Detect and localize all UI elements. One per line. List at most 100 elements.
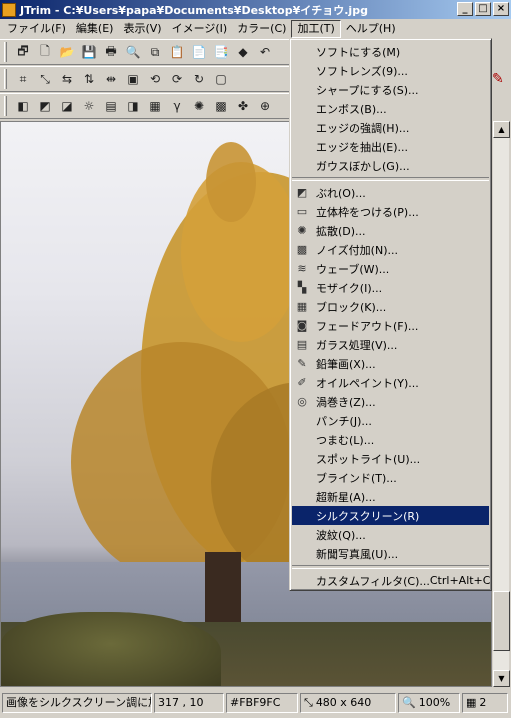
menu-item-punch[interactable]: パンチ(J)... [292, 411, 489, 430]
rotate-left-90-icon[interactable]: ⟲ [145, 69, 165, 89]
xor-icon[interactable]: ⊕ [255, 96, 275, 116]
scroll-thumb[interactable] [493, 591, 510, 651]
palette-icon[interactable]: ✤ [233, 96, 253, 116]
menu-item-custom-filter[interactable]: カスタムフィルタ(C)... Ctrl+Alt+C [292, 571, 490, 590]
print-icon[interactable]: 🖶 [101, 42, 121, 62]
menu-item-block[interactable]: ▦ ブロック(K)... [292, 297, 489, 316]
menu-item-newspaper-photo[interactable]: 新聞写真風(U)... [292, 544, 489, 563]
menu-item-wave[interactable]: ≋ ウェーブ(W)... [292, 259, 489, 278]
gamma-icon[interactable]: γ [167, 96, 187, 116]
flip-vertical-icon[interactable]: ⇅ [79, 69, 99, 89]
menu-item-supernova[interactable]: 超新星(A)... [292, 487, 489, 506]
menu-item-sharpen[interactable]: シャープにする(S)... [292, 80, 489, 99]
select-icon[interactable]: ▢ [211, 69, 231, 89]
menu-item-label: ぶれ(O)... [316, 186, 366, 200]
brightness-icon[interactable]: ☼ [79, 96, 99, 116]
menu-item-label: モザイク(I)... [316, 281, 383, 295]
paste-new-icon[interactable]: 📄 [189, 42, 209, 62]
menu-item-motion-blur[interactable]: ◩ ぶれ(O)... [292, 183, 489, 202]
menu-item-add-noise-icon: ▩ [296, 242, 308, 256]
scroll-up-arrow-icon[interactable]: ▲ [493, 121, 510, 138]
status-zoom: 🔍 100% [398, 692, 460, 713]
status-layers: ▦ 2 [462, 692, 508, 713]
save-icon[interactable]: 💾 [79, 42, 99, 62]
color-wheel-icon[interactable]: ✺ [189, 96, 209, 116]
app-icon [2, 2, 16, 17]
menu-item-oil-paint-icon: ✐ [297, 375, 307, 389]
menu-item-pinch[interactable]: つまむ(L)... [292, 430, 489, 449]
close-button[interactable]: × [493, 2, 509, 16]
status-message: 画像をシルクスクリーン調に加工 [2, 692, 152, 713]
undo-icon[interactable]: ↶ [255, 42, 275, 62]
mosaic-icon[interactable]: ▩ [211, 96, 231, 116]
menu-item-3d-frame[interactable]: ▭ 立体枠をつける(P)... [292, 202, 489, 221]
menu-item-edge-enhance[interactable]: エッジの強調(H)... [292, 118, 489, 137]
menu-edit[interactable]: 編集(E) [71, 20, 119, 38]
negative-icon[interactable]: ◪ [57, 96, 77, 116]
menu-item-fade-out-icon: ◙ [296, 318, 308, 332]
print-preview-icon[interactable]: 🔍 [123, 42, 143, 62]
menu-item-pencil-drawing[interactable]: ✎ 鉛筆画(X)... [292, 354, 489, 373]
resize-icon[interactable]: ⇹ [101, 69, 121, 89]
vertical-scrollbar[interactable]: ▲ ▼ [492, 121, 510, 687]
status-bar: 画像をシルクスクリーン調に加工 317 , 10 #FBF9FC ⤡480 x … [0, 689, 511, 716]
menu-item-label: エッジを抽出(E)... [316, 140, 409, 154]
bush [1, 612, 221, 686]
menu-image[interactable]: イメージ(I) [167, 20, 233, 38]
maximize-button[interactable]: □ [475, 2, 491, 16]
menu-item-label: つまむ(L)... [316, 433, 375, 447]
menu-item-gaussian-blur[interactable]: ガウスぼかし(G)... [292, 156, 489, 175]
new-file-icon[interactable]: 🗋 [35, 42, 55, 62]
menu-item-blind[interactable]: ブラインド(T)... [292, 468, 489, 487]
new-window-icon[interactable]: 🗗 [13, 42, 33, 62]
menu-item-swirl[interactable]: ◎ 渦巻き(Z)... [292, 392, 489, 411]
open-folder-icon[interactable]: 📂 [57, 42, 77, 62]
menu-item-glass[interactable]: ▤ ガラス処理(V)... [292, 335, 489, 354]
contrast-icon[interactable]: ◨ [123, 96, 143, 116]
menu-item-add-noise[interactable]: ▩ ノイズ付加(N)... [292, 240, 489, 259]
minimize-button[interactable]: _ [457, 2, 473, 16]
menu-item-fade-out[interactable]: ◙ フェードアウト(F)... [292, 316, 489, 335]
trim-icon[interactable]: ⤡ [35, 69, 55, 89]
color-balance-icon[interactable]: ▤ [101, 96, 121, 116]
menu-item-soft-lens[interactable]: ソフトレンズ(9)... [292, 61, 489, 80]
toolbar-grip[interactable] [4, 42, 7, 62]
menu-item-label: ブラインド(T)... [316, 471, 397, 485]
menu-help[interactable]: ヘルプ(H) [341, 20, 401, 38]
menu-item-edge-extract[interactable]: エッジを抽出(E)... [292, 137, 489, 156]
paste-icon[interactable]: 📋 [167, 42, 187, 62]
scroll-down-arrow-icon[interactable]: ▼ [493, 670, 510, 687]
pencil-icon[interactable]: ✎ [492, 71, 504, 87]
grayscale-icon[interactable]: ◧ [13, 96, 33, 116]
rotate-right-90-icon[interactable]: ⟳ [167, 69, 187, 89]
menu-item-soften[interactable]: ソフトにする(M) [292, 42, 489, 61]
color-replace-icon[interactable]: ◆ [233, 42, 253, 62]
menu-item-ripple[interactable]: 波紋(Q)... [292, 525, 489, 544]
rotate-free-icon[interactable]: ↻ [189, 69, 209, 89]
menu-item-silkscreen[interactable]: シルクスクリーン(R) [292, 506, 489, 525]
menu-item-emboss[interactable]: エンボス(B)... [292, 99, 489, 118]
sepia-icon[interactable]: ◩ [35, 96, 55, 116]
menu-item-label: パンチ(J)... [316, 414, 372, 428]
menu-view[interactable]: 表示(V) [118, 20, 166, 38]
menu-item-mosaic[interactable]: ▚ モザイク(I)... [292, 278, 489, 297]
menu-item-diffuse[interactable]: ✺ 拡散(D)... [292, 221, 489, 240]
canvas-size-icon[interactable]: ▣ [123, 69, 143, 89]
status-image-size: ⤡ 480 x 640 [300, 692, 396, 713]
menu-item-spotlight[interactable]: スポットライト(U)... [292, 449, 489, 468]
toolbar-grip[interactable] [4, 69, 7, 89]
menu-item-mosaic-icon: ▚ [297, 280, 307, 294]
menu-process[interactable]: 加工(T) [291, 20, 341, 38]
picture-icon[interactable]: ▦ [145, 96, 165, 116]
menu-item-oil-paint[interactable]: ✐ オイルペイント(Y)... [292, 373, 489, 392]
toolbar-grip[interactable] [4, 96, 7, 116]
resize-icon: ⤡ [304, 695, 313, 709]
crop-icon[interactable]: ⌗ [13, 69, 33, 89]
flip-horizontal-icon[interactable]: ⇆ [57, 69, 77, 89]
paste-merge-icon[interactable]: 📑 [211, 42, 231, 62]
menu-color[interactable]: カラー(C) [232, 20, 291, 38]
menu-item-label: シャープにする(S)... [316, 83, 419, 97]
copy-icon[interactable]: ⧉ [145, 42, 165, 62]
menu-item-label: フェードアウト(F)... [316, 319, 419, 333]
menu-file[interactable]: ファイル(F) [2, 20, 71, 38]
